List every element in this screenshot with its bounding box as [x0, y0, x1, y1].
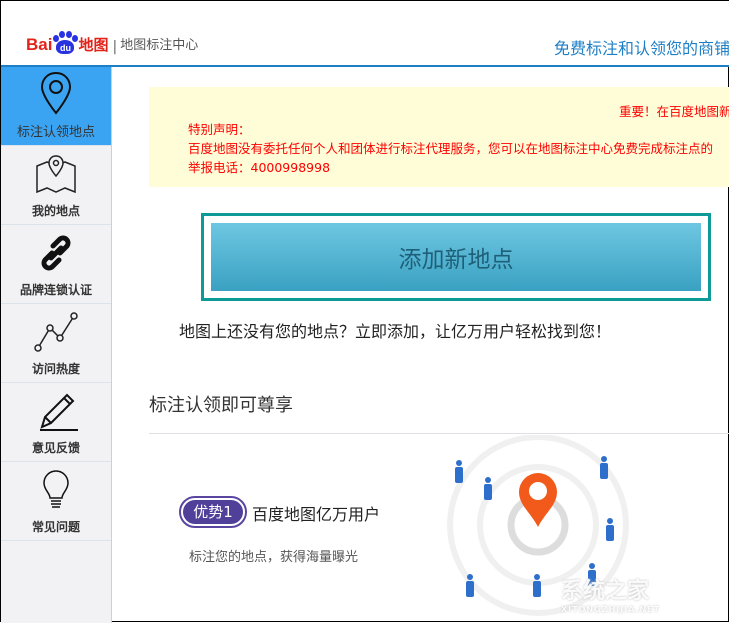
logo-separator: |	[112, 39, 118, 55]
logo-du: du	[56, 40, 75, 54]
sidebar: 标注认领地点 我的地点 品牌连锁认证 访问热度 意见反馈 常见问题	[1, 67, 112, 623]
sidebar-item-faq[interactable]: 常见问题	[1, 462, 111, 541]
pencil-icon	[40, 393, 78, 431]
sidebar-item-feedback[interactable]: 意见反馈	[1, 383, 111, 462]
paw-logo-icon: du	[52, 31, 79, 55]
advantage-badge: 优势1	[179, 496, 247, 528]
sidebar-item-label: 意见反馈	[31, 441, 80, 455]
location-pin-icon	[40, 71, 72, 115]
advantage-badge-label: 优势1	[183, 500, 243, 524]
baidu-map-logo[interactable]: Bai du 地图 | 地图标注中心	[26, 29, 198, 55]
sidebar-item-label: 品牌连锁认证	[19, 283, 92, 297]
advantage-subtitle: 标注您的地点，获得海量曝光	[189, 550, 359, 565]
notice-important: 重要！在百度地图新	[619, 104, 729, 119]
divider	[149, 433, 729, 434]
notice-box: 重要！在百度地图新 特别声明： 百度地图没有委托任何个人和团体进行标注代理服务，…	[149, 87, 729, 187]
sidebar-item-label: 常见问题	[31, 520, 80, 534]
sidebar-item-label: 访问热度	[31, 362, 80, 376]
watermark: 系统之家 XITONGZHIJIA.NET	[561, 573, 660, 614]
notice-title: 特别声明：	[188, 122, 251, 137]
watermark-sub: XITONGZHIJIA.NET	[561, 605, 661, 614]
notice-phone: 举报电话：4000998998	[188, 160, 331, 175]
sidebar-item-label: 我的地点	[31, 204, 80, 218]
logo-bai: Bai	[26, 35, 53, 54]
logo-ditu: 地图	[78, 37, 109, 54]
advantage-title: 百度地图亿万用户	[252, 505, 381, 524]
map-icon	[36, 155, 76, 194]
header-slogan: 免费标注和认领您的商铺	[553, 39, 729, 58]
logo-subtitle: 地图标注中心	[120, 38, 199, 53]
location-pin-icon	[519, 473, 557, 527]
sidebar-item-brand-chain[interactable]: 品牌连锁认证	[1, 225, 111, 304]
add-location-button[interactable]: 添加新地点	[211, 223, 701, 291]
sidebar-item-label: 标注认领地点	[16, 125, 95, 140]
add-location-frame: 添加新地点	[201, 213, 711, 301]
add-tip: 地图上还没有您的地点？立即添加，让亿万用户轻松找到您！	[179, 322, 612, 341]
sidebar-item-visit-heat[interactable]: 访问热度	[1, 304, 111, 383]
notice-body: 百度地图没有委托任何个人和团体进行标注代理服务，您可以在地图标注中心免费完成标注…	[188, 141, 714, 156]
header: Bai du 地图 | 地图标注中心 免费标注和认领您的商铺	[1, 1, 729, 67]
watermark-text: 系统之家	[561, 579, 650, 604]
link-icon	[41, 235, 71, 271]
section-title: 标注认领即可尊享	[149, 395, 293, 416]
lightbulb-icon	[43, 470, 69, 508]
sidebar-item-claim-location[interactable]: 标注认领地点	[1, 67, 111, 146]
line-chart-icon	[34, 312, 78, 352]
sidebar-item-my-locations[interactable]: 我的地点	[1, 146, 111, 225]
